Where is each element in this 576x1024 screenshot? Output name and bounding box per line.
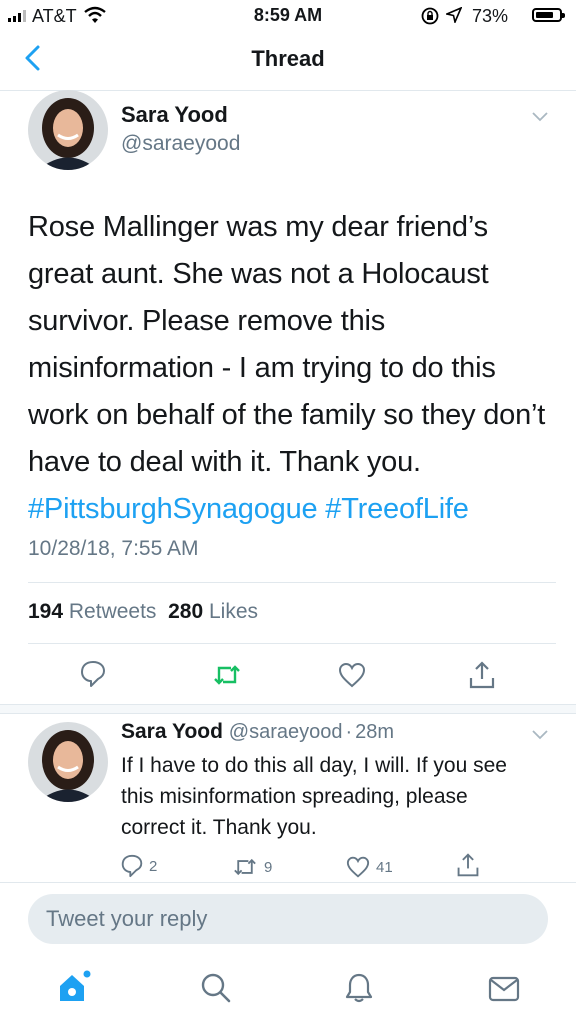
tab-bar: [0, 958, 576, 1024]
divider: [0, 882, 576, 883]
retweet-action[interactable]: 9: [232, 856, 272, 878]
share-icon[interactable]: [456, 852, 480, 878]
page-title: Thread: [251, 46, 325, 71]
reply-author-handle[interactable]: @saraeyood: [229, 721, 343, 743]
reply-action[interactable]: 2: [121, 854, 157, 878]
divider: [28, 643, 556, 644]
tweet-hashtags[interactable]: #PittsburghSynagogue #TreeofLife: [28, 493, 469, 525]
lock-rotation-icon: [421, 7, 439, 25]
reply-age: 28m: [355, 721, 395, 743]
share-icon[interactable]: [468, 660, 496, 690]
author-handle[interactable]: @saraeyood: [121, 132, 240, 156]
reply-icon[interactable]: [80, 660, 106, 688]
reply-input-placeholder: Tweet your reply: [46, 906, 208, 931]
reply-author-name[interactable]: Sara Yood: [121, 720, 223, 743]
tweet-stats: 194 Retweets 280 Likes: [28, 600, 258, 624]
likes-label[interactable]: Likes: [209, 600, 258, 623]
search-icon[interactable]: [200, 972, 232, 1004]
dot-separator: ·: [345, 721, 353, 743]
retweet-icon[interactable]: [232, 856, 258, 878]
like-icon[interactable]: [346, 856, 370, 878]
reply-count: 2: [149, 857, 158, 875]
thread-header: Thread: [0, 32, 576, 91]
retweets-label[interactable]: Retweets: [69, 600, 157, 623]
reply-input[interactable]: Tweet your reply: [28, 894, 548, 944]
home-icon[interactable]: [56, 970, 92, 1004]
retweet-icon[interactable]: [212, 662, 242, 688]
chevron-down-icon[interactable]: [530, 728, 550, 742]
notifications-icon[interactable]: [344, 972, 374, 1004]
retweets-count[interactable]: 194: [28, 600, 63, 623]
reply-header: Sara Yood @saraeyood · 28m: [121, 720, 394, 744]
retweet-count: 9: [264, 858, 273, 876]
status-bar: AT&T 8:59 AM 73%: [0, 0, 576, 32]
like-count: 41: [376, 858, 393, 876]
divider: [28, 582, 556, 583]
battery-icon: [532, 8, 565, 22]
likes-count[interactable]: 280: [168, 600, 203, 623]
battery-percentage: 73%: [472, 6, 509, 26]
section-divider: [0, 704, 576, 714]
tweet-timestamp: 10/28/18, 7:55 AM: [28, 537, 199, 560]
reply-text: If I have to do this all day, I will. If…: [121, 754, 507, 839]
author-name[interactable]: Sara Yood: [121, 102, 228, 128]
tweet-body: Rose Mallinger was my dear friend’s grea…: [28, 211, 546, 478]
reply-icon[interactable]: [121, 854, 143, 878]
avatar[interactable]: [28, 722, 108, 802]
tweet-text: Rose Mallinger was my dear friend’s grea…: [28, 204, 558, 533]
like-icon[interactable]: [338, 662, 366, 688]
like-action[interactable]: 41: [346, 856, 393, 878]
messages-icon[interactable]: [488, 976, 520, 1002]
chevron-down-icon[interactable]: [530, 110, 550, 124]
location-icon: [446, 7, 462, 23]
avatar[interactable]: [28, 90, 108, 170]
